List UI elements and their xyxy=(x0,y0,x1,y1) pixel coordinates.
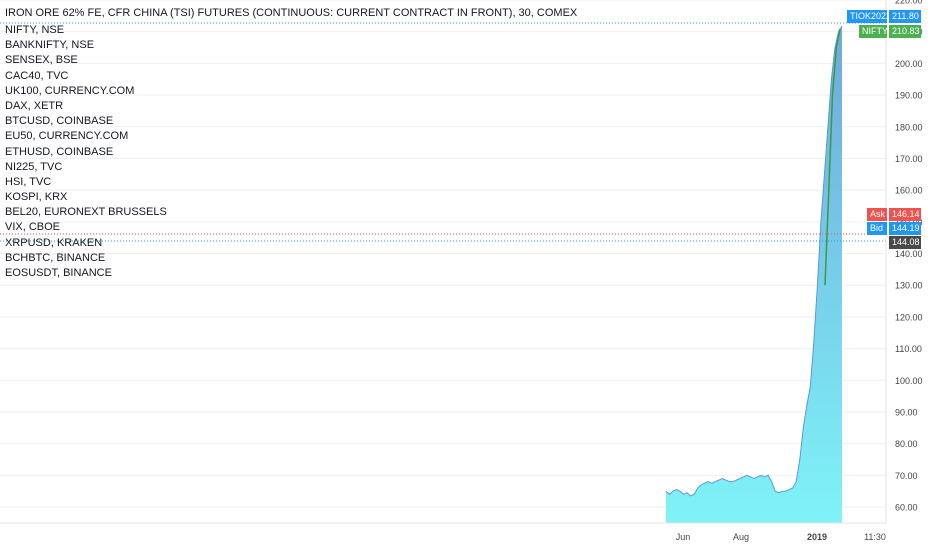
legend-item-vix[interactable]: VIX, CBOE xyxy=(5,220,167,235)
legend-item-kospi[interactable]: KOSPI, KRX xyxy=(5,190,167,205)
symbol-legend: NIFTY, NSE BANKNIFTY, NSE SENSEX, BSE CA… xyxy=(5,23,167,281)
legend-item-ni225[interactable]: NI225, TVC xyxy=(5,160,167,175)
legend-item-bchbtc[interactable]: BCHBTC, BINANCE xyxy=(5,251,167,266)
legend-item-btcusd[interactable]: BTCUSD, COINBASE xyxy=(5,114,167,129)
y-tick-label: 160.00 xyxy=(895,186,923,196)
legend-item-eosusdt[interactable]: EOSUSDT, BINANCE xyxy=(5,266,167,281)
y-tick-label: 190.00 xyxy=(895,91,923,101)
legend-item-hsi[interactable]: HSI, TVC xyxy=(5,175,167,190)
price-area xyxy=(665,25,843,523)
legend-item-ethusd[interactable]: ETHUSD, COINBASE xyxy=(5,145,167,160)
legend-item-dax[interactable]: DAX, XETR xyxy=(5,99,167,114)
x-tick-label: 2019 xyxy=(807,532,827,542)
y-tick-label: 140.00 xyxy=(895,249,923,259)
legend-item-eu50[interactable]: EU50, CURRENCY.COM xyxy=(5,129,167,144)
y-tick-label: 70.00 xyxy=(895,471,918,481)
tio-symbol-tag: TIOK2022 xyxy=(847,10,891,23)
y-tick-label: 130.00 xyxy=(895,281,923,291)
nifty-price-tag: 210.83 xyxy=(889,25,921,38)
ask-price-tag: 146.14 xyxy=(889,208,921,221)
bid-label-tag: Bid xyxy=(867,222,887,235)
area-fill-tiok2022 xyxy=(666,26,842,523)
legend-item-nifty[interactable]: NIFTY, NSE xyxy=(5,23,167,38)
y-tick-label: 220.00 xyxy=(895,0,923,6)
x-axis[interactable]: Jun Aug 2019 11:30 xyxy=(0,522,886,542)
x-tick-label: Aug xyxy=(733,532,749,542)
y-tick-label: 80.00 xyxy=(895,439,918,449)
legend-item-bel20[interactable]: BEL20, EURONEXT BRUSSELS xyxy=(5,205,167,220)
y-tick-label: 200.00 xyxy=(895,59,923,69)
x-tick-label: 11:30 xyxy=(864,532,886,542)
legend-item-cac40[interactable]: CAC40, TVC xyxy=(5,69,167,84)
y-tick-label: 100.00 xyxy=(895,376,923,386)
x-tick-label: Jun xyxy=(676,532,691,542)
y-axis[interactable]: 220.00210.00200.00190.00180.00170.00160.… xyxy=(885,0,932,550)
nifty-symbol-tag: NIFTY xyxy=(859,25,888,38)
legend-item-banknifty[interactable]: BANKNIFTY, NSE xyxy=(5,38,167,53)
y-tick-label: 110.00 xyxy=(895,344,922,354)
y-tick-label: 180.00 xyxy=(895,122,923,132)
legend-item-xrpusd[interactable]: XRPUSD, KRAKEN xyxy=(5,236,167,251)
legend-item-uk100[interactable]: UK100, CURRENCY.COM xyxy=(5,84,167,99)
last-price-tag: 144.08 xyxy=(889,236,921,249)
y-tick-label: 90.00 xyxy=(895,407,918,417)
y-tick-label: 60.00 xyxy=(895,503,918,513)
bid-price-tag: 144.19 xyxy=(889,222,921,235)
legend-item-sensex[interactable]: SENSEX, BSE xyxy=(5,53,167,68)
y-axis-background xyxy=(886,0,932,550)
ask-label-tag: Ask xyxy=(867,208,887,221)
y-tick-label: 170.00 xyxy=(895,154,923,164)
tio-price-tag: 211.80 xyxy=(889,10,921,23)
chart-title: IRON ORE 62% FE, CFR CHINA (TSI) FUTURES… xyxy=(5,7,578,19)
y-tick-label: 120.00 xyxy=(895,312,923,322)
